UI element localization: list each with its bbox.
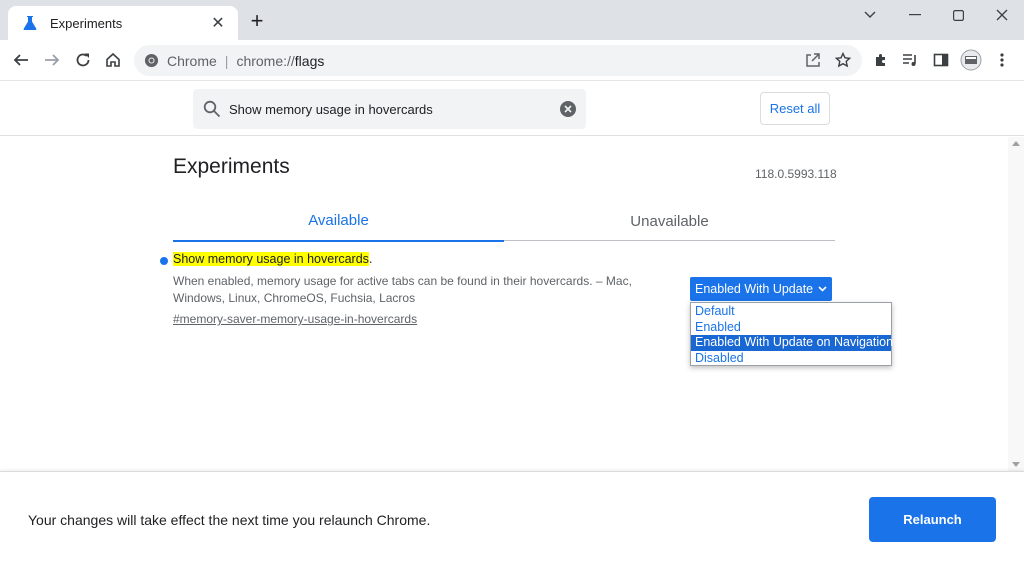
tab-title: Experiments (50, 15, 123, 31)
scroll-down-arrow-icon[interactable] (1012, 462, 1020, 467)
chevron-down-icon[interactable] (848, 0, 892, 30)
flag-permalink[interactable]: #memory-saver-memory-usage-in-hovercards (173, 312, 417, 326)
home-icon[interactable] (101, 48, 125, 72)
maximize-button[interactable] (936, 0, 980, 30)
flag-description: When enabled, memory usage for active ta… (173, 274, 632, 305)
flag-title: Show memory usage in hovercards. (173, 252, 372, 266)
tab-experiments[interactable]: Experiments ✕ (8, 6, 238, 40)
extensions-puzzle-icon[interactable] (869, 48, 893, 72)
flask-icon (22, 15, 38, 31)
version-label: 118.0.5993.118 (755, 167, 837, 181)
search-value: Show memory usage in hovercards (229, 101, 433, 117)
bookmark-star-icon[interactable] (831, 48, 855, 72)
modified-indicator-dot (160, 257, 168, 265)
tab-unavailable[interactable]: Unavailable (504, 201, 835, 241)
flag-select-value: Enabled With Update (695, 282, 814, 296)
relaunch-button[interactable]: Relaunch (869, 497, 996, 542)
vertical-scrollbar[interactable] (1008, 137, 1024, 471)
flags-content: Experiments 118.0.5993.118 Available Una… (0, 137, 1008, 471)
side-panel-icon[interactable] (929, 48, 953, 72)
chrome-logo-icon (144, 53, 159, 68)
minimize-button[interactable] (893, 0, 937, 30)
flag-state-select[interactable]: Enabled With Update (690, 277, 832, 301)
relaunch-footer: Your changes will take effect the next t… (0, 471, 1024, 565)
tab-strip: Experiments ✕ + (0, 0, 1024, 40)
close-window-button[interactable] (980, 0, 1024, 30)
dropdown-option-disabled[interactable]: Disabled (691, 351, 891, 367)
address-separator: | (224, 52, 229, 69)
url-scheme: chrome:// (236, 52, 295, 69)
media-queue-icon[interactable] (898, 48, 922, 72)
url-host: flags (294, 52, 325, 69)
flags-search-header: Show memory usage in hovercards Reset al… (0, 82, 1024, 136)
reset-all-button[interactable]: Reset all (760, 92, 830, 125)
profile-avatar-icon[interactable] (959, 48, 983, 72)
close-tab-icon[interactable]: ✕ (208, 13, 228, 33)
forward-arrow-icon[interactable] (40, 48, 64, 72)
flags-tabs: Available Unavailable (173, 201, 835, 242)
flag-state-dropdown: Default Enabled Enabled With Update on N… (690, 302, 893, 367)
search-input[interactable]: Show memory usage in hovercards (193, 89, 586, 129)
address-bar[interactable]: Chrome | chrome://flags (134, 45, 862, 76)
clear-search-icon[interactable] (559, 100, 577, 118)
browser-toolbar: Chrome | chrome://flags (0, 40, 1024, 81)
site-label: Chrome (167, 52, 217, 69)
reload-icon[interactable] (71, 48, 95, 72)
scroll-up-arrow-icon[interactable] (1012, 141, 1020, 146)
new-tab-button[interactable]: + (246, 10, 268, 32)
tab-available[interactable]: Available (173, 201, 504, 242)
url-text: chrome://flags (236, 53, 324, 69)
chevron-down-icon (818, 286, 827, 292)
dropdown-option-enabled-with-update-on-navigation[interactable]: Enabled With Update on Navigation (691, 335, 893, 351)
share-icon[interactable] (801, 48, 825, 72)
flag-title-highlight: Show memory usage in hovercards (173, 252, 369, 266)
flag-title-suffix: . (368, 252, 373, 266)
more-vertical-icon[interactable] (990, 48, 1014, 72)
page-title: Experiments (173, 155, 290, 178)
search-icon (203, 100, 221, 118)
relaunch-message: Your changes will take effect the next t… (28, 512, 431, 528)
dropdown-option-enabled[interactable]: Enabled (691, 320, 891, 336)
back-arrow-icon[interactable] (9, 48, 33, 72)
dropdown-option-default[interactable]: Default (691, 304, 891, 320)
